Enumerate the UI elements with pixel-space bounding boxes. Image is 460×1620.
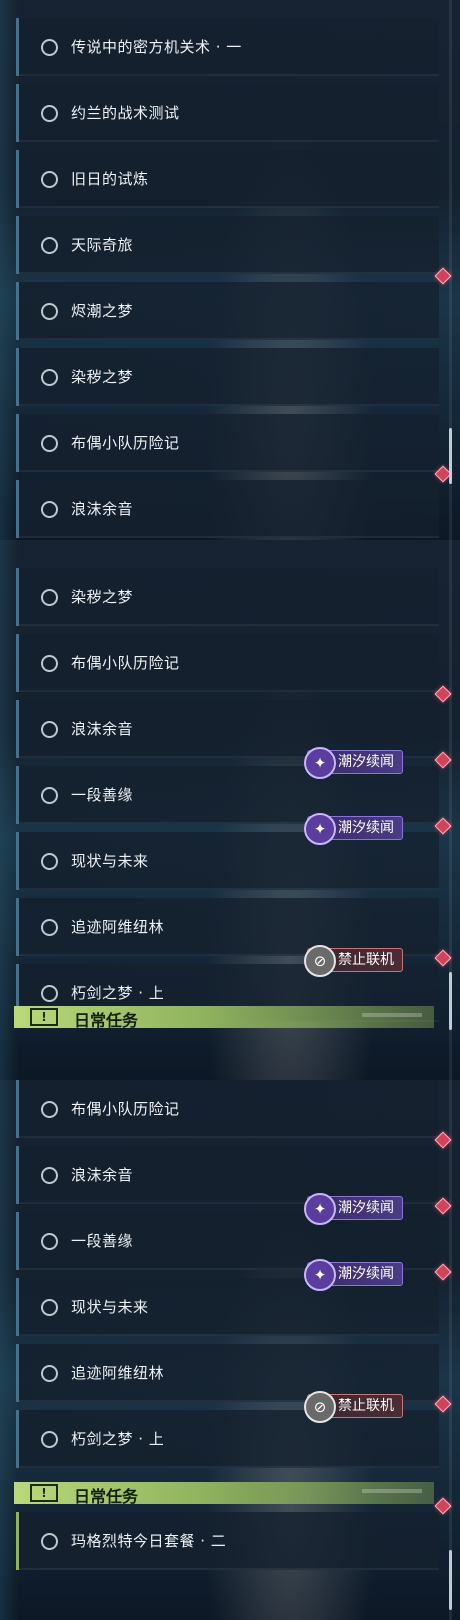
- quest-row[interactable]: 现状与未来 ✦ 潮汐续闻: [16, 1259, 452, 1336]
- quest-title: 天际奇旅: [71, 236, 134, 254]
- tide-story-badge: ✦ 潮汐续闻: [304, 747, 403, 779]
- quest-title: 浪沫余音: [71, 1166, 134, 1184]
- quest-status-circle-icon: [41, 655, 58, 672]
- quest-title: 朽剑之梦 · 上: [71, 1430, 165, 1448]
- quest-status-circle-icon: [41, 985, 58, 1002]
- quest-title: 一段善缘: [71, 1232, 134, 1250]
- quest-status-circle-icon: [41, 105, 58, 122]
- scrollbar-thumb[interactable]: [449, 428, 452, 484]
- quest-title: 旧日的试炼: [71, 170, 149, 188]
- quest-status-circle-icon: [41, 39, 58, 56]
- quest-title: 现状与未来: [71, 852, 149, 870]
- quest-row[interactable]: 传说中的密方机关术 · 一: [16, 18, 439, 76]
- tide-story-icon: ✦: [304, 747, 336, 779]
- quest-title: 浪沫余音: [71, 720, 134, 738]
- badge-label: 禁止联机: [338, 952, 394, 968]
- quest-list-panel-1: 传说中的密方机关术 · 一 约兰的战术测试 旧日的试炼 天际奇旅 烬潮之梦 染秽…: [0, 0, 460, 540]
- scrollbar-track[interactable]: [449, 1080, 452, 1620]
- scrollbar-thumb[interactable]: [449, 972, 452, 1030]
- quest-title: 传说中的密方机关术 · 一: [71, 38, 242, 56]
- quest-title: 朽剑之梦 · 上: [71, 984, 165, 1002]
- tide-story-badge: ✦ 潮汐续闻: [304, 1259, 403, 1291]
- quest-title: 烬潮之梦: [71, 302, 134, 320]
- daily-quest-header[interactable]: ! 日常任务: [14, 1006, 434, 1030]
- header-decoration: [362, 1013, 422, 1017]
- tide-story-icon: ✦: [304, 1193, 336, 1225]
- quest-status-circle-icon: [41, 1167, 58, 1184]
- quest-row[interactable]: 旧日的试炼: [16, 150, 439, 208]
- quest-status-circle-icon: [41, 501, 58, 518]
- daily-quest-label: 日常任务: [74, 1487, 139, 1506]
- quest-status-circle-icon: [41, 787, 58, 804]
- badge-label: 潮汐续闻: [338, 1200, 394, 1216]
- no-coop-icon: ⊘: [304, 945, 336, 977]
- tide-story-icon: ✦: [304, 1259, 336, 1291]
- quest-title: 布偶小队历险记: [71, 434, 180, 452]
- quest-status-circle-icon: [41, 171, 58, 188]
- quest-status-circle-icon: [41, 853, 58, 870]
- quest-status-circle-icon: [41, 435, 58, 452]
- tide-story-badge: ✦ 潮汐续闻: [304, 813, 403, 845]
- quest-list-panel-3: 布偶小队历险记 浪沫余音 一段善缘 ✦ 潮汐续闻 现状与未来 ✦ 潮汐续闻 追迹阿维…: [0, 1080, 460, 1620]
- quest-title: 一段善缘: [71, 786, 134, 804]
- quest-row[interactable]: 现状与未来 ✦ 潮汐续闻: [16, 813, 452, 890]
- daily-quest-header[interactable]: ! 日常任务: [14, 1482, 434, 1506]
- badge-label: 潮汐续闻: [338, 754, 394, 770]
- quest-title: 染秽之梦: [71, 368, 134, 386]
- quest-title: 布偶小队历险记: [71, 654, 180, 672]
- quest-row[interactable]: 玛格烈特今日套餐 · 二: [16, 1497, 452, 1570]
- no-coop-icon: ⊘: [304, 1391, 336, 1423]
- quest-row[interactable]: 染秽之梦: [16, 348, 439, 406]
- alert-icon: !: [30, 1484, 58, 1502]
- co-op-disabled-badge: ⊘ 禁止联机: [304, 945, 403, 977]
- header-decoration: [362, 1489, 422, 1493]
- quest-status-circle-icon: [41, 303, 58, 320]
- daily-quest-label: 日常任务: [74, 1011, 139, 1030]
- quest-title: 追迹阿维纽林: [71, 918, 165, 936]
- tide-story-icon: ✦: [304, 813, 336, 845]
- quest-status-circle-icon: [41, 237, 58, 254]
- quest-status-circle-icon: [41, 369, 58, 386]
- quest-title: 布偶小队历险记: [71, 1100, 180, 1118]
- quest-row[interactable]: 浪沫余音: [16, 465, 452, 538]
- quest-status-circle-icon: [41, 919, 58, 936]
- badge-label: 潮汐续闻: [338, 1266, 394, 1282]
- quest-title: 现状与未来: [71, 1298, 149, 1316]
- quest-row[interactable]: 布偶小队历险记: [16, 1080, 439, 1138]
- quest-title: 浪沫余音: [71, 500, 134, 518]
- quest-status-circle-icon: [41, 1101, 58, 1118]
- quest-status-circle-icon: [41, 1233, 58, 1250]
- quest-row[interactable]: 布偶小队历险记: [16, 414, 439, 472]
- quest-status-circle-icon: [41, 1533, 58, 1550]
- quest-list-panel-2: 染秽之梦 布偶小队历险记 浪沫余音 一段善缘 ✦ 潮汐续闻 现状与未来 ✦ 潮汐续闻…: [0, 540, 460, 1080]
- tide-story-badge: ✦ 潮汐续闻: [304, 1193, 403, 1225]
- badge-label: 潮汐续闻: [338, 820, 394, 836]
- quest-row[interactable]: 布偶小队历险记: [16, 634, 439, 692]
- quest-row[interactable]: 染秽之梦: [16, 568, 439, 626]
- quest-row[interactable]: 天际奇旅: [16, 216, 439, 274]
- quest-row[interactable]: 朽剑之梦 · 上 ⊘ 禁止联机: [16, 1391, 452, 1468]
- scrollbar-thumb[interactable]: [449, 1550, 452, 1610]
- quest-title: 染秽之梦: [71, 588, 134, 606]
- quest-status-circle-icon: [41, 1431, 58, 1448]
- quest-status-circle-icon: [41, 721, 58, 738]
- quest-status-circle-icon: [41, 1365, 58, 1382]
- badge-label: 禁止联机: [338, 1398, 394, 1414]
- quest-title: 玛格烈特今日套餐 · 二: [71, 1532, 227, 1550]
- quest-status-circle-icon: [41, 589, 58, 606]
- alert-icon: !: [30, 1008, 58, 1026]
- quest-row[interactable]: 烬潮之梦: [16, 267, 452, 340]
- quest-status-circle-icon: [41, 1299, 58, 1316]
- co-op-disabled-badge: ⊘ 禁止联机: [304, 1391, 403, 1423]
- quest-title: 追迹阿维纽林: [71, 1364, 165, 1382]
- quest-row[interactable]: 约兰的战术测试: [16, 84, 439, 142]
- quest-title: 约兰的战术测试: [71, 104, 180, 122]
